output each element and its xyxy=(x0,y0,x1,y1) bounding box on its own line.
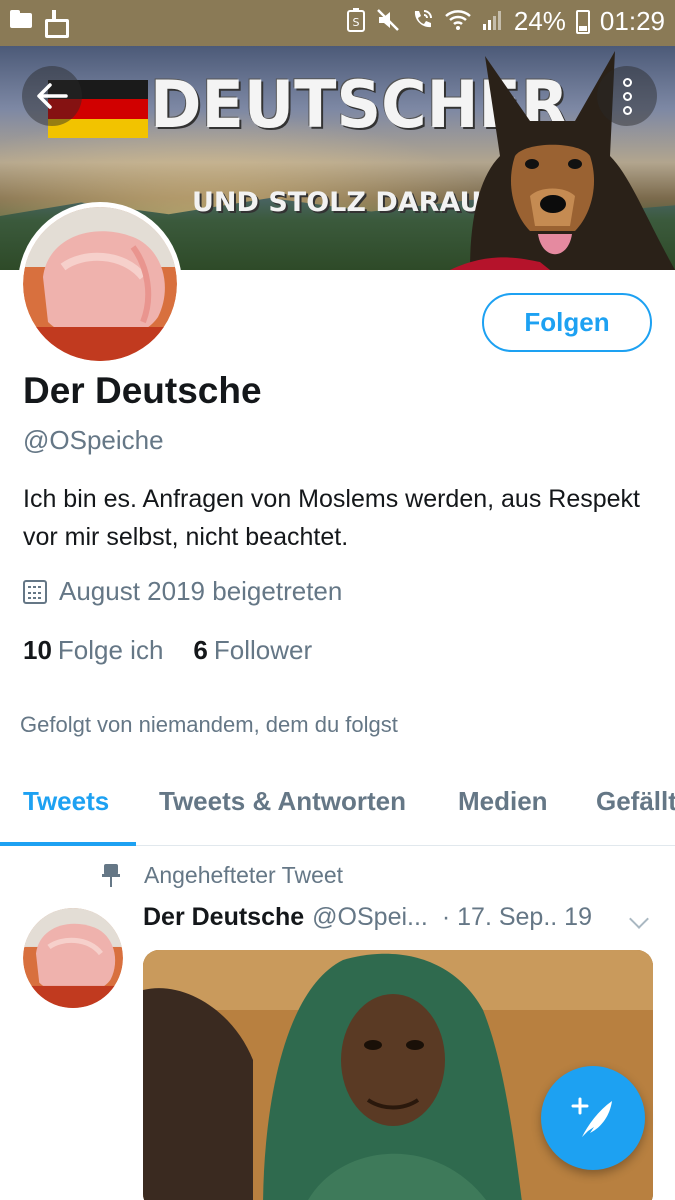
profile-bio: Ich bin es. Anfragen von Moslems werden,… xyxy=(23,485,640,551)
followers-link[interactable]: 6 Follower xyxy=(193,635,312,666)
followers-label: Follower xyxy=(213,635,313,665)
chevron-down-icon[interactable] xyxy=(629,909,649,929)
joined-text: August 2019 beigetreten xyxy=(59,576,343,606)
back-button[interactable] xyxy=(22,66,82,126)
tweet-author-handle: @OSpei... xyxy=(312,903,428,931)
avatar-image xyxy=(23,207,177,361)
battery-icon xyxy=(575,9,590,34)
status-bar: S 24% 01:29 xyxy=(0,0,675,46)
pinned-tweet-label: Angehefteter Tweet xyxy=(100,862,343,889)
wifi-icon xyxy=(444,8,472,36)
profile-tabs: Tweets Tweets & Antworten Medien Gefällt xyxy=(0,770,675,846)
mute-icon xyxy=(376,8,400,36)
arrow-left-icon xyxy=(37,83,68,109)
battery-percent: 24% xyxy=(513,6,566,36)
pinned-text: Angehefteter Tweet xyxy=(144,862,344,888)
more-vertical-icon xyxy=(622,77,632,115)
battery-saver-icon: S xyxy=(346,7,366,36)
calendar-icon xyxy=(23,579,47,604)
following-count: 10 xyxy=(23,635,52,665)
profile-display-name: Der Deutsche xyxy=(23,370,262,411)
profile-handle: @OSpeiche xyxy=(23,425,164,455)
svg-text:S: S xyxy=(352,16,359,29)
more-options-button[interactable] xyxy=(597,66,657,126)
tab-tweets-and-replies[interactable]: Tweets & Antworten xyxy=(159,786,406,817)
tweet-date: · 17. Sep.. 19 xyxy=(441,903,592,931)
compose-tweet-button[interactable] xyxy=(541,1066,645,1170)
following-link[interactable]: 10 Folge ich xyxy=(23,635,163,666)
clock: 01:29 xyxy=(599,6,665,36)
cleaner-icon xyxy=(44,10,69,38)
pin-icon xyxy=(100,863,122,888)
tab-tweets[interactable]: Tweets xyxy=(23,786,109,817)
compose-tweet-icon xyxy=(571,1097,612,1137)
folder-icon xyxy=(10,10,32,28)
follow-button[interactable]: Folgen xyxy=(482,293,652,352)
profile-screen: S 24% 01:29 DEUTSCHER UND STOLZ DARAUF F… xyxy=(0,0,675,1200)
followers-count: 6 xyxy=(193,635,208,665)
signal-icon xyxy=(482,8,504,36)
profile-avatar[interactable] xyxy=(18,202,182,366)
followed-by-text: Gefolgt von niemandem, dem du folgst xyxy=(20,712,398,737)
tweet-avatar-image xyxy=(23,908,123,1008)
tab-likes[interactable]: Gefällt xyxy=(596,786,675,817)
active-tab-indicator xyxy=(0,842,136,846)
tab-media[interactable]: Medien xyxy=(458,786,548,817)
tweet-author-name[interactable]: Der Deutsche xyxy=(143,903,304,932)
following-label: Folge ich xyxy=(57,635,164,665)
joined-date: August 2019 beigetreten xyxy=(23,576,342,607)
tweet-header: Der Deutsche @OSpei... · 17. Sep.. 19 xyxy=(143,903,592,932)
follow-stats: 10 Folge ich 6 Follower xyxy=(23,635,312,666)
tweet-author-avatar[interactable] xyxy=(23,908,123,1008)
wifi-call-icon xyxy=(410,8,434,36)
